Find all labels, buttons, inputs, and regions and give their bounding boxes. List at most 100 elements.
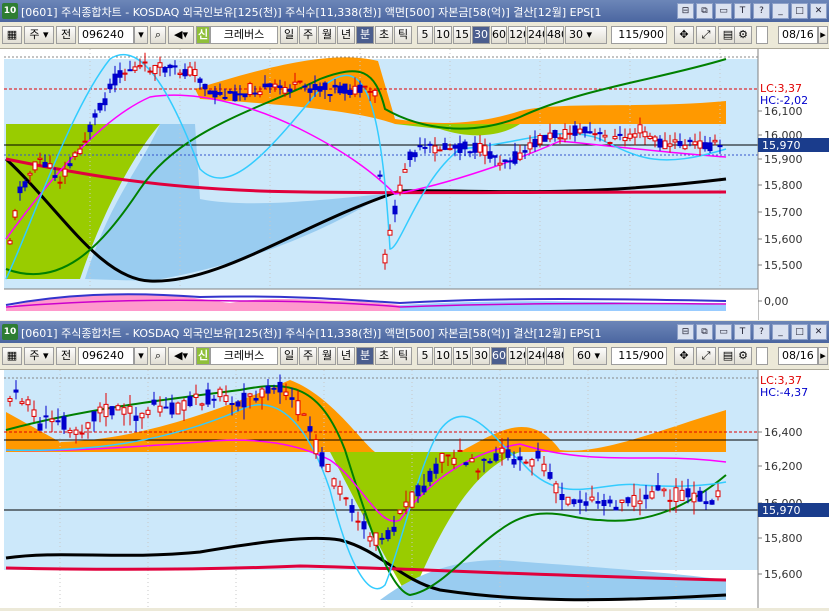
chart-canvas[interactable]: 16,40016,20016,00015,80015,60015,970LC:3…: [0, 370, 829, 608]
interval-button-6[interactable]: 240: [527, 26, 545, 44]
speaker-icon[interactable]: ◀▾: [168, 26, 194, 44]
maximize-icon[interactable]: □: [791, 3, 808, 19]
candle-body: [247, 83, 253, 96]
save-icon[interactable]: ▭: [715, 3, 732, 19]
candle-body: [217, 388, 223, 398]
period-button-6[interactable]: 틱: [394, 26, 412, 44]
trend-icon[interactable]: ⤢: [696, 347, 716, 365]
interval-button-1[interactable]: 10: [434, 347, 452, 365]
candle-body: [252, 92, 258, 95]
close-icon[interactable]: ✕: [810, 3, 827, 19]
maximize-icon[interactable]: □: [791, 324, 808, 340]
minimize-icon[interactable]: _: [772, 324, 789, 340]
window-titlebar[interactable]: 10 [0601] 주식종합차트 - KOSDAQ 외국인보유[125(천)] …: [0, 321, 829, 343]
candle-body: [343, 497, 349, 500]
font-icon[interactable]: T: [734, 3, 751, 19]
date-spin-icon[interactable]: ▸: [818, 26, 828, 44]
period-button-5[interactable]: 초: [375, 26, 393, 44]
stock-name: 크레버스: [210, 347, 278, 365]
period-button-0[interactable]: 일: [280, 347, 298, 365]
interval-button-2[interactable]: 15: [453, 347, 471, 365]
stock-code-input[interactable]: 096240: [78, 347, 134, 365]
period-button-2[interactable]: 월: [318, 347, 336, 365]
interval-button-7[interactable]: 480: [546, 347, 564, 365]
count-input[interactable]: 115/900: [611, 347, 667, 365]
interval-button-1[interactable]: 10: [434, 26, 452, 44]
period-button-4[interactable]: 분: [356, 347, 374, 365]
search-icon[interactable]: ⌕: [150, 26, 166, 44]
prev-button[interactable]: 전: [56, 347, 76, 365]
candle-body: [497, 162, 503, 166]
link-icon[interactable]: ⊟: [677, 3, 694, 19]
period-button-0[interactable]: 일: [280, 26, 298, 44]
period-button-3[interactable]: 년: [337, 26, 355, 44]
candle-body: [601, 499, 607, 507]
candle-body: [612, 135, 618, 140]
settings-icon[interactable]: ▦: [2, 347, 22, 365]
date-checkbox[interactable]: [756, 347, 768, 365]
candle-body: [427, 470, 433, 482]
count-input[interactable]: 115/900: [611, 26, 667, 44]
link-icon[interactable]: ⊟: [677, 324, 694, 340]
period-button-5[interactable]: 초: [375, 347, 393, 365]
close-icon[interactable]: ✕: [810, 324, 827, 340]
interval-button-6[interactable]: 240: [527, 347, 545, 365]
code-dropdown-icon[interactable]: ▾: [134, 26, 148, 44]
candle-body: [117, 70, 123, 78]
interval-button-5[interactable]: 120: [508, 26, 526, 44]
search-icon[interactable]: ⌕: [150, 347, 166, 365]
price-chart[interactable]: 16,40016,20016,00015,80015,60015,970LC:3…: [0, 370, 829, 608]
interval-select[interactable]: 60 ▾: [573, 347, 607, 365]
period-type-select[interactable]: 주 ▾: [24, 347, 54, 365]
chart-canvas[interactable]: 16,10016,00015,90015,80015,70015,60015,5…: [0, 49, 829, 320]
period-type-select[interactable]: 주 ▾: [24, 26, 54, 44]
interval-select[interactable]: 30 ▾: [565, 26, 607, 44]
period-button-2[interactable]: 월: [318, 26, 336, 44]
period-button-6[interactable]: 틱: [394, 347, 412, 365]
period-button-3[interactable]: 년: [337, 347, 355, 365]
candle-body: [267, 83, 273, 88]
candle-body: [703, 501, 709, 505]
trend-icon[interactable]: ⤢: [696, 26, 716, 44]
candle-body: [572, 125, 578, 136]
crosshair-icon[interactable]: ✥: [674, 26, 694, 44]
restore-icon[interactable]: ⧉: [696, 3, 713, 19]
candle-body: [205, 389, 211, 405]
interval-button-2[interactable]: 15: [453, 26, 471, 44]
window-titlebar[interactable]: 10 [0601] 주식종합차트 - KOSDAQ 외국인보유[125(천)] …: [0, 0, 829, 22]
help-icon[interactable]: ?: [753, 324, 770, 340]
interval-button-0[interactable]: 5: [417, 26, 433, 44]
help-icon[interactable]: ?: [753, 3, 770, 19]
interval-button-3[interactable]: 30: [472, 347, 490, 365]
speaker-icon[interactable]: ◀▾: [168, 347, 194, 365]
date-checkbox[interactable]: [756, 26, 768, 44]
interval-button-0[interactable]: 5: [417, 347, 433, 365]
save-icon[interactable]: ▭: [715, 324, 732, 340]
prev-button[interactable]: 전: [56, 26, 76, 44]
interval-button-4[interactable]: 60: [491, 347, 507, 365]
period-button-4[interactable]: 분: [356, 26, 374, 44]
period-button-1[interactable]: 주: [299, 347, 317, 365]
date-field[interactable]: 08/16: [778, 26, 818, 44]
price-chart[interactable]: 16,100 16,000 15,900 15,800 15,700 15,600 15,5…: [0, 49, 829, 320]
interval-button-5[interactable]: 120: [508, 347, 526, 365]
code-dropdown-icon[interactable]: ▾: [134, 347, 148, 365]
interval-button-3[interactable]: 30: [472, 26, 490, 44]
font-icon[interactable]: T: [734, 324, 751, 340]
interval-button-4[interactable]: 60: [491, 26, 507, 44]
date-field[interactable]: 08/16: [778, 347, 818, 365]
crosshair-icon[interactable]: ✥: [674, 347, 694, 365]
candle-body: [342, 83, 348, 94]
candle-body: [417, 145, 423, 148]
candle-body: [481, 458, 487, 461]
date-spin-icon[interactable]: ▸: [818, 347, 828, 365]
period-button-1[interactable]: 주: [299, 26, 317, 44]
settings-icon[interactable]: ▦: [2, 26, 22, 44]
stock-code-input[interactable]: 096240: [78, 26, 134, 44]
gear-icon[interactable]: ⚙: [734, 347, 752, 365]
interval-button-7[interactable]: 480: [546, 26, 564, 44]
restore-icon[interactable]: ⧉: [696, 324, 713, 340]
candle-body: [7, 398, 13, 402]
gear-icon[interactable]: ⚙: [734, 26, 752, 44]
minimize-icon[interactable]: _: [772, 3, 789, 19]
